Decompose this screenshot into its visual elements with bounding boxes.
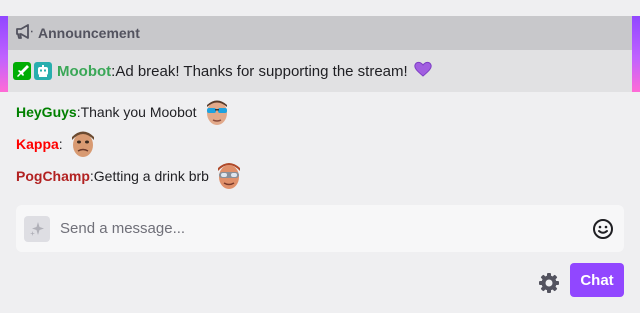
announcement-text: Ad break! Thanks for supporting the stre… xyxy=(115,62,408,80)
chat-username[interactable]: Kappa xyxy=(16,136,59,152)
announcement-message: Moobot : Ad break! Thanks for supporting… xyxy=(8,50,632,92)
purple-heart-icon xyxy=(414,61,432,81)
face-emote-goggles[interactable] xyxy=(214,162,243,190)
smiley-icon[interactable] xyxy=(592,218,614,240)
chat-message: PogChamp : Getting a drink brb xyxy=(16,160,624,192)
chat-message: HeyGuys : Thank you Moobot xyxy=(16,96,624,128)
chat-username[interactable]: HeyGuys xyxy=(16,104,77,120)
megaphone-icon xyxy=(16,24,33,42)
chat-username[interactable]: PogChamp xyxy=(16,168,90,184)
chat-message: Kappa : xyxy=(16,128,624,160)
chat-separator: : xyxy=(58,136,63,152)
chat-text: Getting a drink brb xyxy=(93,168,209,184)
chat-text: Thank you Moobot xyxy=(80,104,197,120)
announcement-card: Announcement Moobot : Ad break! Thanks f… xyxy=(0,16,640,92)
sparkle-icon[interactable] xyxy=(24,215,50,242)
chat-send-button[interactable]: Chat xyxy=(570,263,624,297)
face-emote-kappa[interactable] xyxy=(68,130,97,158)
chat-input-box[interactable] xyxy=(16,205,624,252)
face-emote-sunglasses[interactable] xyxy=(202,98,231,126)
bot-icon[interactable] xyxy=(34,62,52,80)
announcement-header: Announcement xyxy=(8,16,632,50)
announcement-author[interactable]: Moobot xyxy=(57,63,111,80)
chat-message-list: HeyGuys : Thank you Moobot Kappa : PogCh… xyxy=(16,96,624,192)
moderator-sword-icon[interactable] xyxy=(13,62,31,80)
gear-icon[interactable] xyxy=(538,272,560,299)
announcement-label: Announcement xyxy=(38,25,140,41)
announcement-inner: Announcement Moobot : Ad break! Thanks f… xyxy=(8,16,632,92)
chat-message-input[interactable] xyxy=(58,219,592,238)
